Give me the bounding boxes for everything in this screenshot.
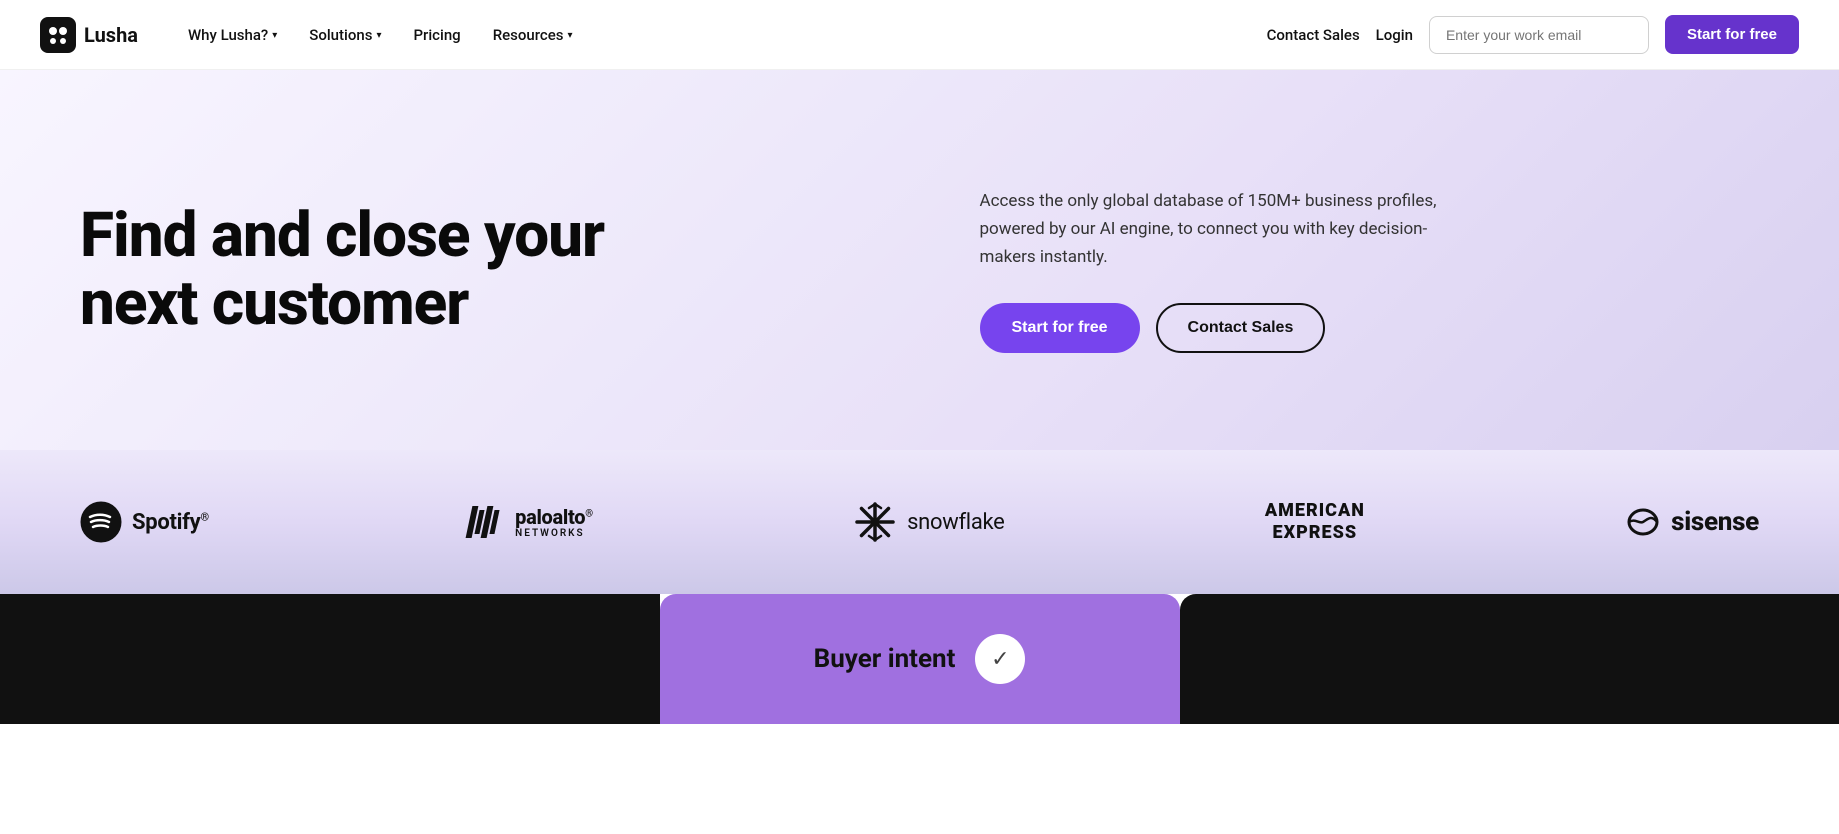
start-for-free-hero-button[interactable]: Start for free (980, 303, 1140, 353)
nav-item-pricing[interactable]: Pricing (399, 18, 474, 52)
hero-title: Find and close your next customer (80, 202, 920, 338)
bottom-purple-center: Buyer intent ✓ (660, 594, 1180, 724)
hero-description: Access the only global database of 150M+… (980, 187, 1460, 271)
logo-spotify: Spotify® (80, 501, 209, 543)
logo-icon (40, 17, 76, 53)
buyer-intent-label: Buyer intent (814, 644, 956, 674)
spotify-name: Spotify® (132, 510, 209, 535)
nav-item-why-lusha[interactable]: Why Lusha? ▾ (174, 18, 291, 52)
hero-right: Access the only global database of 150M+… (920, 187, 1760, 353)
logo-text: Lusha (84, 23, 138, 47)
bottom-dark-right (1180, 594, 1839, 724)
nav-item-solutions[interactable]: Solutions ▾ (295, 18, 395, 52)
logos-section: Spotify® paloalto® NETWORKS (0, 450, 1839, 594)
navbar: Lusha Why Lusha? ▾ Solutions ▾ Pricing R… (0, 0, 1839, 70)
hero-left: Find and close your next customer (80, 202, 920, 338)
logo-paloalto: paloalto® NETWORKS (469, 506, 593, 539)
checkmark-circle: ✓ (975, 634, 1025, 684)
nav-links: Why Lusha? ▾ Solutions ▾ Pricing Resourc… (174, 18, 1267, 52)
hero-section: Find and close your next customer Access… (0, 70, 1839, 450)
email-input[interactable] (1429, 16, 1649, 54)
snowflake-name: snowflake (907, 510, 1004, 535)
amex-name: AMERICANEXPRESS (1265, 500, 1365, 543)
logo-amex: AMERICANEXPRESS (1265, 500, 1365, 543)
login-link[interactable]: Login (1376, 26, 1413, 44)
bottom-section: Buyer intent ✓ (0, 594, 1839, 724)
nav-right: Contact Sales Login Start for free (1267, 15, 1799, 54)
contact-sales-hero-button[interactable]: Contact Sales (1156, 303, 1326, 353)
bottom-dark-left (0, 594, 660, 724)
hero-buttons: Start for free Contact Sales (980, 303, 1760, 353)
chevron-down-icon: ▾ (272, 30, 277, 41)
contact-sales-link[interactable]: Contact Sales (1267, 26, 1360, 44)
paloalto-name: paloalto® NETWORKS (515, 506, 593, 539)
chevron-down-icon: ▾ (567, 30, 572, 41)
logo-snowflake: snowflake (853, 500, 1004, 544)
chevron-down-icon: ▾ (376, 30, 381, 41)
nav-item-resources[interactable]: Resources ▾ (479, 18, 587, 52)
sisense-icon (1625, 504, 1661, 540)
spotify-icon (80, 501, 122, 543)
paloalto-icon (469, 506, 505, 538)
sisense-name: sisense (1671, 507, 1759, 537)
start-for-free-nav-button[interactable]: Start for free (1665, 15, 1799, 54)
checkmark-icon: ✓ (991, 647, 1009, 672)
logo-sisense: sisense (1625, 504, 1759, 540)
logo[interactable]: Lusha (40, 17, 138, 53)
snowflake-icon (853, 500, 897, 544)
